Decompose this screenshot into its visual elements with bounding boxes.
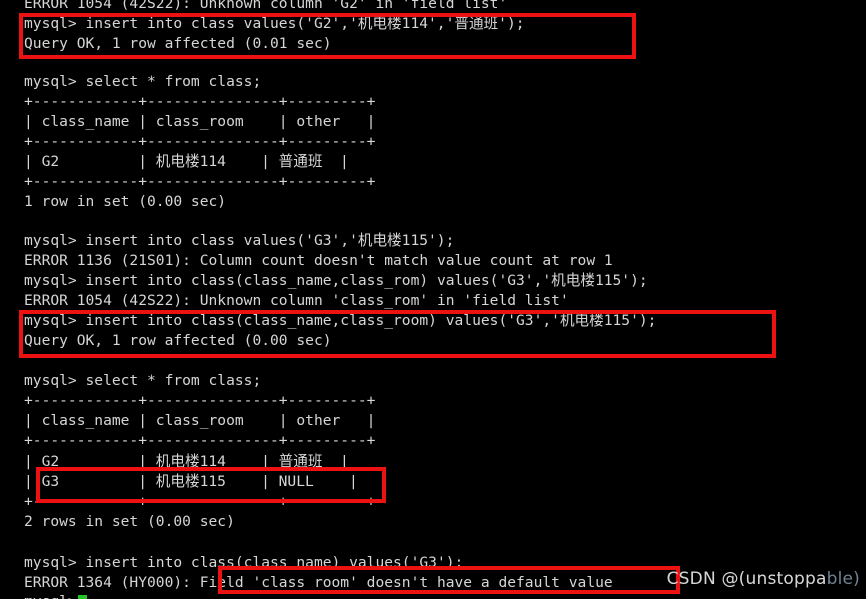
terminal-table-border: +------------+---------------+---------+	[24, 173, 376, 190]
terminal-line: 1 row in set (0.00 sec)	[24, 193, 227, 210]
terminal-line: 2 rows in set (0.00 sec)	[24, 513, 235, 530]
terminal-table-header-row: | class_name | class_room | other |	[24, 412, 376, 429]
terminal-line: mysql> select * from class;	[24, 372, 262, 389]
terminal-error-line: ERROR 1364 (HY000): Field 'class_room' d…	[24, 574, 613, 591]
terminal-line: mysql> insert into class values('G3','机电…	[24, 232, 455, 249]
terminal-table-row: | G3 | 机电楼115 | NULL |	[24, 473, 358, 490]
terminal-table-row: | G2 | 机电楼114 | 普通班 |	[24, 153, 349, 170]
csdn-watermark: CSDN @(unstoppable)	[667, 568, 860, 590]
terminal-table-border: +------------+---------------+---------+	[24, 432, 376, 449]
terminal-error-line: ERROR 1054 (42S22): Unknown column 'clas…	[24, 292, 569, 309]
terminal-line: mysql> insert into class(class_name,clas…	[24, 272, 648, 289]
terminal-window[interactable]: ERROR 1054 (42S22): Unknown column 'G2' …	[0, 0, 866, 599]
terminal-line: mysql> insert into class values('G2','机电…	[24, 15, 525, 32]
terminal-table-row: | G2 | 机电楼114 | 普通班 |	[24, 453, 349, 470]
terminal-table-border: +------------+---------------+---------+	[24, 493, 376, 510]
terminal-error-line: ERROR 1136 (21S01): Column count doesn't…	[24, 252, 613, 269]
prompt-label: mysql>	[24, 593, 77, 599]
watermark-suffix: ble)	[826, 569, 860, 589]
terminal-table-border: +------------+---------------+---------+	[24, 133, 376, 150]
terminal-line: mysql> select * from class;	[24, 73, 262, 90]
block-cursor-icon	[77, 595, 87, 599]
watermark-prefix: CSDN @(unstoppa	[666, 569, 827, 589]
terminal-table-border: +------------+---------------+---------+	[24, 93, 376, 110]
terminal-line: ERROR 1054 (42S22): Unknown column 'G2' …	[24, 0, 508, 12]
terminal-table-header-row: | class_name | class_room | other |	[24, 113, 376, 130]
terminal-line: Query OK, 1 row affected (0.00 sec)	[24, 332, 332, 349]
terminal-active-prompt[interactable]: mysql>	[24, 592, 87, 599]
terminal-line: mysql> insert into class(class name) val…	[24, 554, 464, 571]
terminal-table-border: +------------+---------------+---------+	[24, 392, 376, 409]
terminal-line: mysql> insert into class(class_name,clas…	[24, 312, 657, 329]
terminal-line: Query OK, 1 row affected (0.01 sec)	[24, 35, 332, 52]
